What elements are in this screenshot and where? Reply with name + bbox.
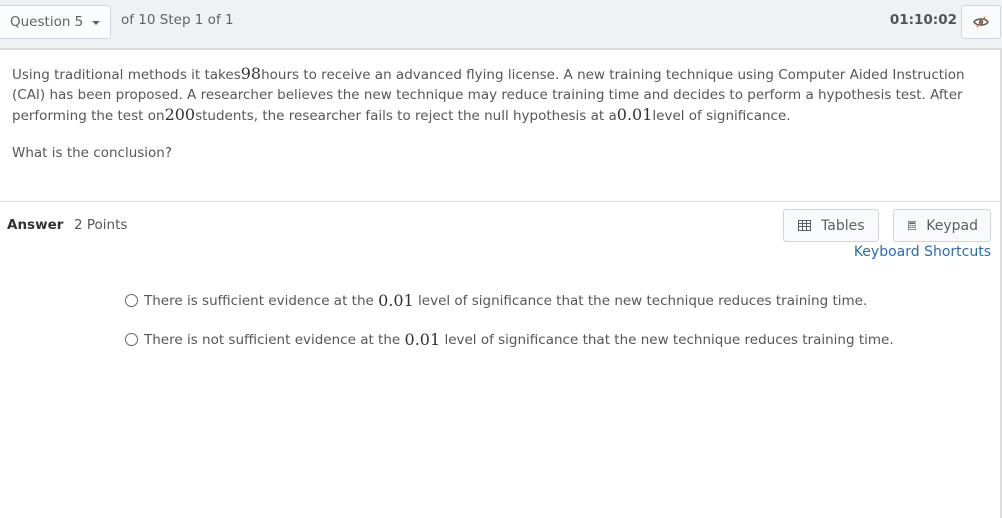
answer-option[interactable]: There is not sufficient evidence at the … — [125, 330, 894, 349]
calculator-icon — [908, 221, 917, 230]
option-text: level of significance that the new techn… — [444, 331, 894, 348]
hide-timer-button[interactable] — [961, 5, 1001, 39]
question-prompt: What is the conclusion? — [12, 145, 173, 161]
caret-down-icon — [92, 21, 101, 25]
significance-value: 0.01 — [378, 291, 414, 310]
tables-button-label: Tables — [821, 217, 865, 234]
question-progress: of 10 Step 1 of 1 — [121, 12, 234, 28]
top-bar: Question 5 of 10 Step 1 of 1 01:10:02 — [0, 0, 1002, 50]
option-text: There is sufficient evidence at the — [144, 292, 374, 309]
keypad-button-label: Keypad — [926, 217, 978, 234]
students-value: 200 — [164, 105, 196, 124]
eye-slash-icon — [973, 16, 989, 28]
question-text-part: students, the researcher fails to reject… — [195, 108, 617, 124]
hours-value: 98 — [240, 64, 262, 83]
option-text: level of significance that the new techn… — [418, 292, 868, 309]
significance-value: 0.01 — [616, 105, 653, 124]
option-text: There is not sufficient evidence at the — [144, 331, 401, 348]
question-text-part: level of significance. — [652, 108, 791, 124]
question-select-label: Question 5 — [10, 14, 84, 30]
significance-value: 0.01 — [404, 330, 441, 349]
answer-label: Answer — [7, 217, 64, 233]
tables-button[interactable]: Tables — [783, 209, 879, 242]
section-divider — [0, 201, 1000, 202]
timer: 01:10:02 — [889, 12, 957, 28]
answer-option[interactable]: There is sufficient evidence at the 0.01… — [125, 291, 867, 310]
radio-button[interactable] — [125, 333, 138, 346]
question-text-part: Using traditional methods it takes — [12, 67, 241, 83]
question-select[interactable]: Question 5 — [0, 5, 111, 39]
points-label: 2 Points — [74, 217, 128, 233]
keypad-button[interactable]: Keypad — [893, 209, 991, 242]
radio-button[interactable] — [125, 294, 138, 307]
question-text: Using traditional methods it takes98hour… — [12, 64, 972, 126]
keyboard-shortcuts-link[interactable]: Keyboard Shortcuts — [854, 244, 991, 260]
table-icon — [798, 220, 811, 231]
